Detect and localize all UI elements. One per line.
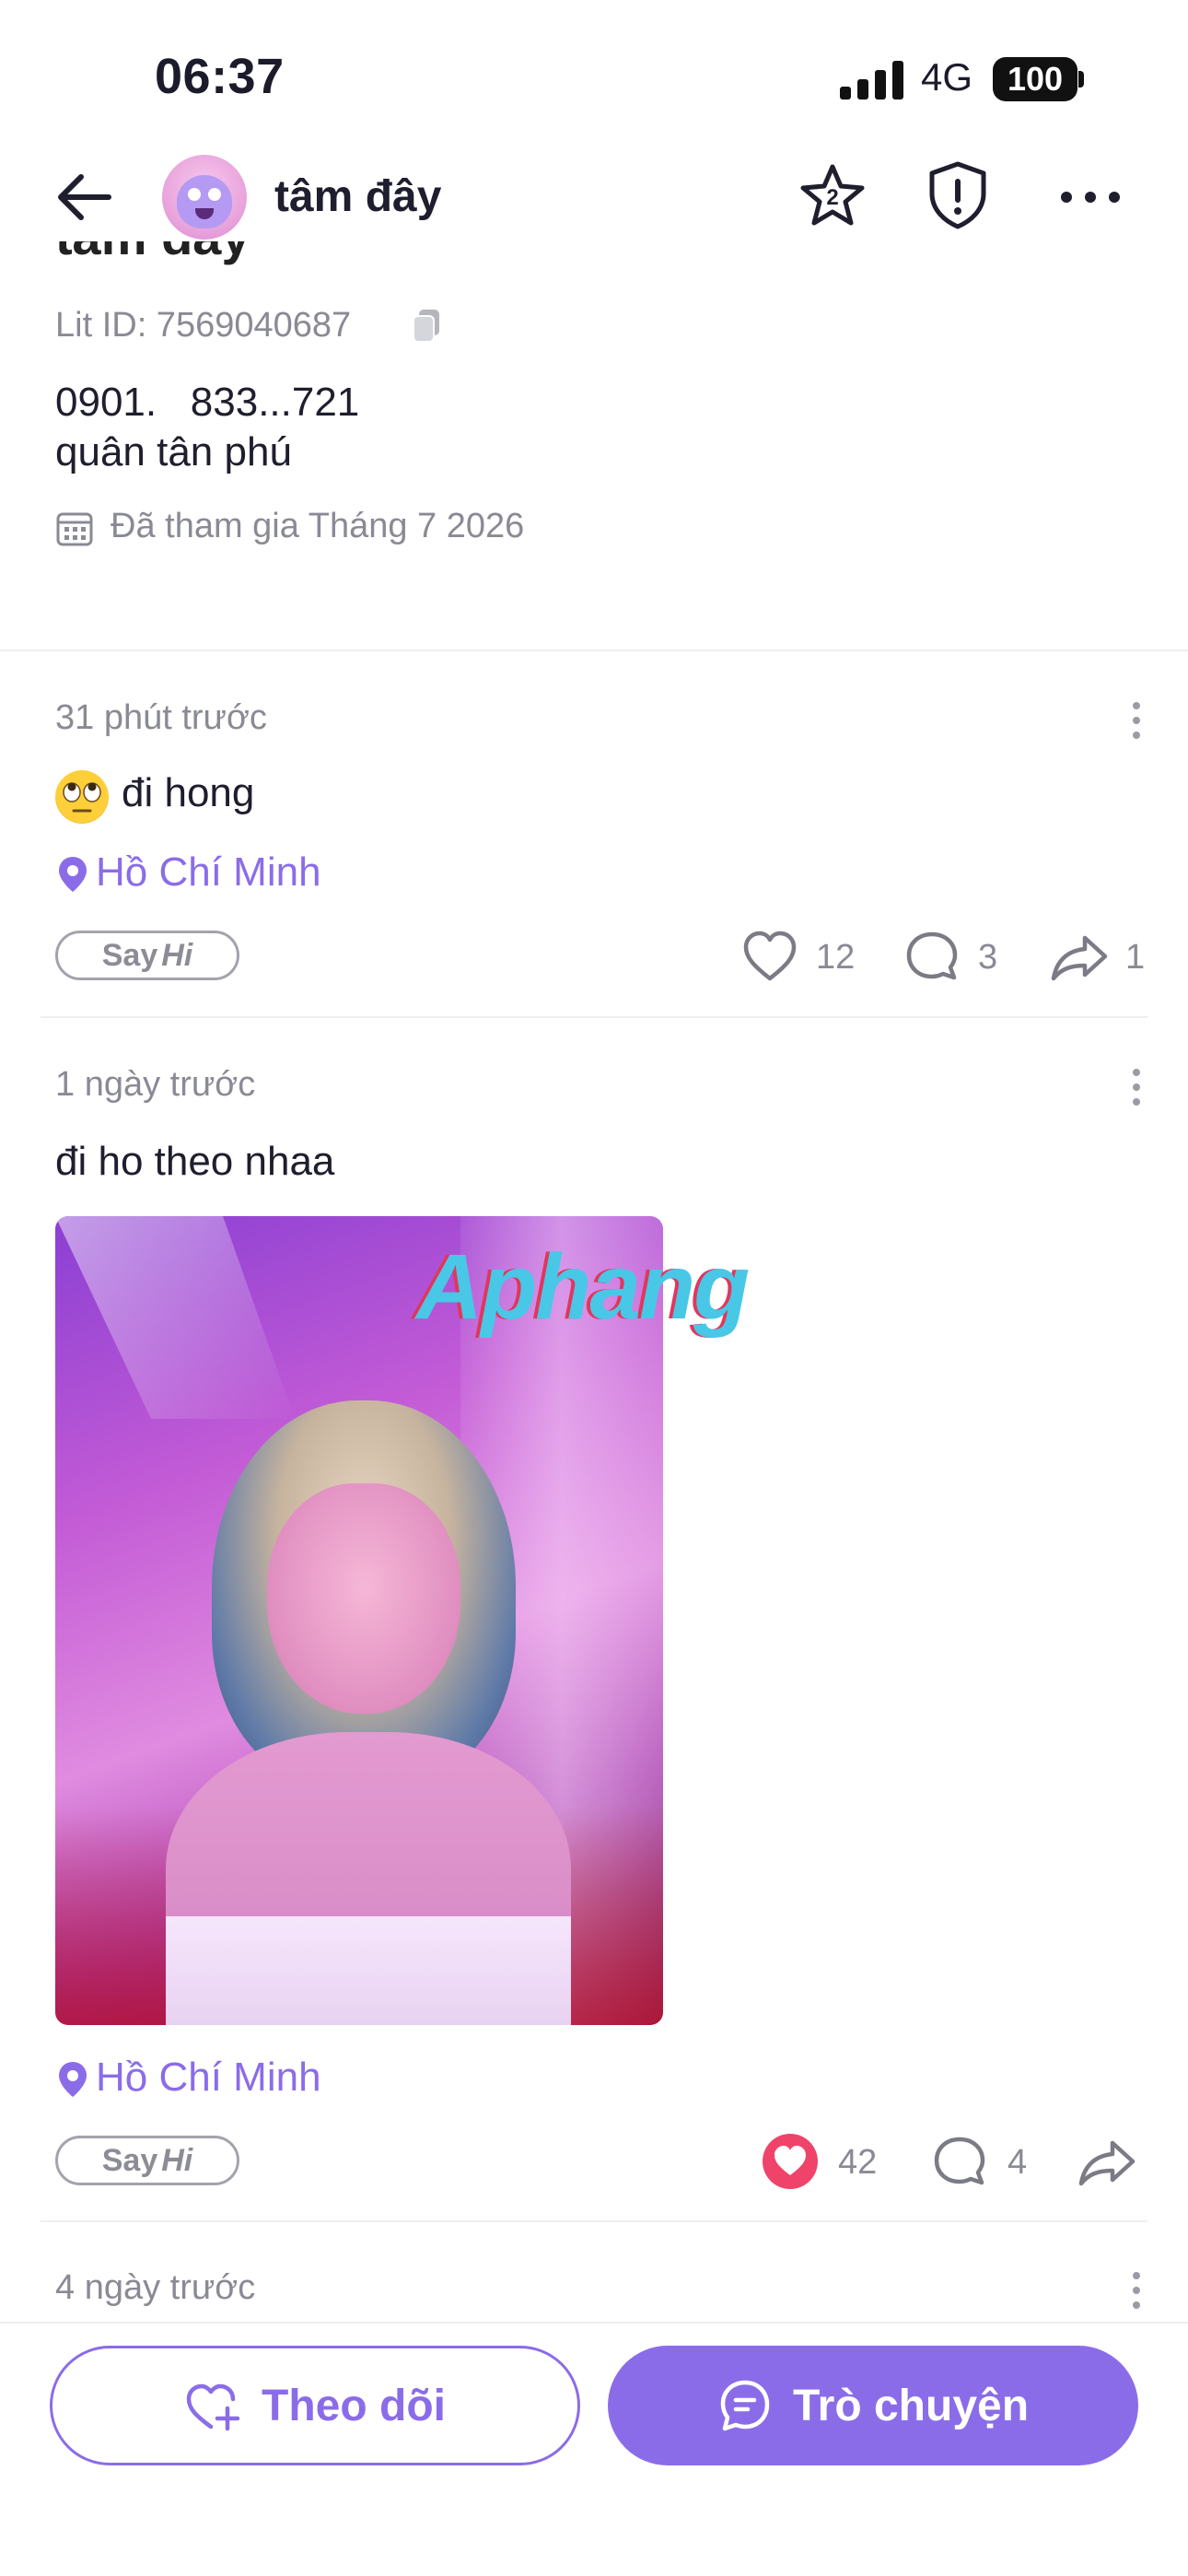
like-count: 42 (838, 2143, 878, 2182)
svg-text:2: 2 (826, 185, 838, 210)
post-location[interactable]: Hồ Chí Minh (96, 849, 321, 896)
header-username[interactable]: tâm đây (274, 171, 441, 222)
post-timestamp: 4 ngày trước (55, 2268, 256, 2307)
network-type: 4G (921, 55, 973, 99)
share-count: 1 (1125, 938, 1146, 977)
divider (41, 2220, 1147, 2222)
post-text: đi ho theo nhaa (55, 1139, 335, 1184)
photo-light-strip (55, 1216, 295, 1419)
post-timestamp: 1 ngày trước (55, 1065, 256, 1104)
heart-filled-icon[interactable] (761, 2132, 820, 2191)
divider (41, 1016, 1147, 1018)
chat-bubble-icon (720, 2380, 770, 2431)
share-icon[interactable] (1050, 927, 1109, 986)
heart-plus-icon (186, 2383, 240, 2431)
watermark: Aphang (416, 1235, 750, 1339)
status-time: 06:37 (155, 49, 285, 104)
comment-icon[interactable] (903, 927, 961, 986)
back-arrow-icon[interactable] (52, 164, 118, 230)
share-icon[interactable] (1077, 2132, 1136, 2191)
lit-id: Lit ID: 7569040687 (55, 306, 352, 345)
footer-divider (0, 2322, 1188, 2324)
heart-icon[interactable] (740, 927, 799, 986)
say-hi-button[interactable]: Say Hi (55, 931, 239, 980)
profile-name-scrolled: tâm đây (55, 241, 304, 269)
post-menu-icon[interactable] (1131, 702, 1142, 743)
comment-icon[interactable] (930, 2132, 989, 2191)
bio-line-1: 0901. 833...721 (55, 380, 360, 425)
bio-line-2: quân tân phú (55, 429, 292, 474)
avatar-eye-right (208, 188, 221, 201)
divider (0, 650, 1188, 651)
follow-label: Theo dõi (262, 2381, 446, 2430)
shield-report-icon[interactable] (925, 160, 991, 230)
photo-face (267, 1483, 460, 1714)
cellular-signal-icon (840, 61, 903, 100)
post-location[interactable]: Hồ Chí Minh (96, 2055, 321, 2101)
say-hi-label-hi: Hi (161, 2142, 193, 2178)
post-timestamp: 31 phút trước (55, 698, 267, 737)
more-options-icon[interactable] (1057, 179, 1124, 216)
battery-tip (1078, 71, 1084, 88)
star-rank-icon[interactable]: 2 (799, 162, 866, 228)
say-hi-label-hi: Hi (161, 937, 193, 973)
battery-indicator: 100 (993, 57, 1077, 101)
post-menu-icon[interactable] (1131, 2272, 1142, 2313)
chat-button[interactable]: Trò chuyện (608, 2346, 1138, 2465)
say-hi-button[interactable]: Say Hi (55, 2136, 239, 2185)
follow-button[interactable]: Theo dõi (50, 2346, 580, 2465)
avatar-eye-left (188, 188, 201, 201)
avatar-character (177, 175, 232, 228)
photo-towel (166, 1916, 571, 2025)
like-count: 12 (816, 938, 856, 977)
comment-count: 3 (978, 938, 998, 977)
calendar-icon (56, 512, 93, 546)
location-pin-icon (59, 2062, 87, 2097)
avatar[interactable] (162, 155, 247, 240)
say-hi-label-say: Say (101, 2142, 158, 2178)
rolling-eyes-emoji-icon (55, 770, 109, 824)
comment-count: 4 (1007, 2143, 1028, 2182)
copy-icon[interactable] (411, 308, 444, 345)
joined-date: Đã tham gia Tháng 7 2026 (111, 507, 525, 545)
avatar-mouth (195, 208, 214, 219)
say-hi-label-say: Say (101, 937, 158, 973)
chat-label: Trò chuyện (792, 2381, 1030, 2430)
post-menu-icon[interactable] (1131, 1069, 1142, 1109)
location-pin-icon (59, 857, 87, 892)
post-text: đi hong (122, 770, 255, 815)
